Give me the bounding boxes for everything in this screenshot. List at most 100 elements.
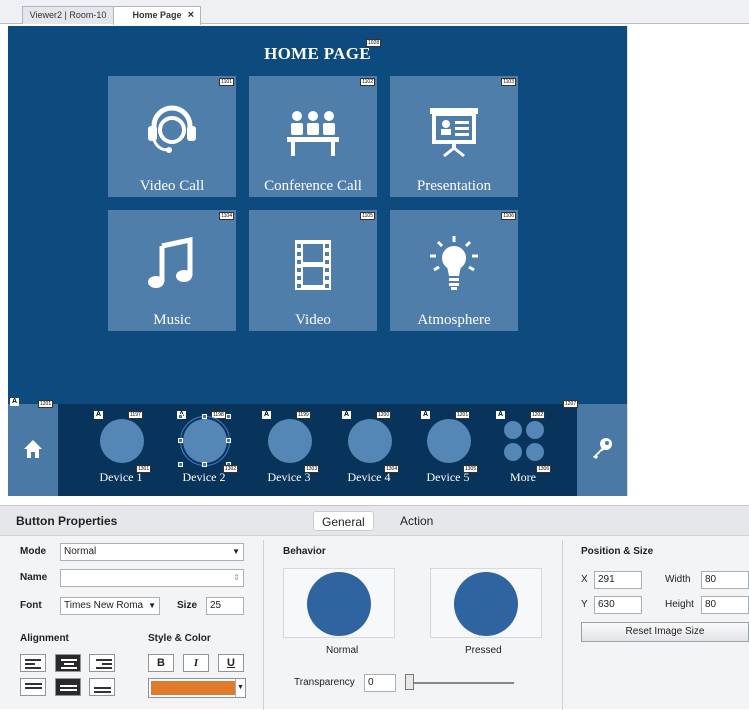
- pressed-image-box[interactable]: [430, 568, 542, 638]
- name-field[interactable]: ⇕: [60, 569, 244, 587]
- tile-label: Atmosphere: [417, 312, 491, 328]
- tile-label: Video Call: [139, 178, 205, 194]
- design-canvas[interactable]: HOME PAGE 1028 1101 Video Call 1102 Conf…: [8, 26, 627, 496]
- key-button[interactable]: 1207: [563, 400, 627, 496]
- reset-image-size-button[interactable]: Reset Image Size: [581, 622, 749, 642]
- resize-handle[interactable]: [226, 414, 231, 419]
- x-field[interactable]: 291: [594, 571, 642, 589]
- anchor-tag: A: [94, 411, 103, 419]
- atmosphere-button[interactable]: 1106 Atmosphere: [390, 210, 518, 331]
- bold-button[interactable]: B: [148, 654, 174, 672]
- position-size-label: Position & Size: [581, 546, 654, 557]
- divider: [562, 540, 563, 710]
- conference-call-button[interactable]: 1102 Conference Call: [249, 76, 377, 197]
- valign-top-button[interactable]: [20, 678, 46, 696]
- transparency-slider-thumb[interactable]: [405, 674, 414, 690]
- id-tag: 1199: [296, 411, 311, 419]
- tab-home-page[interactable]: Home Page ×: [113, 6, 201, 25]
- panel-title: Button Properties: [16, 514, 118, 528]
- anchor-tag: A: [496, 411, 505, 419]
- id-tag: 1306: [536, 465, 552, 473]
- tab-general[interactable]: General: [313, 511, 374, 531]
- y-field[interactable]: 630: [594, 596, 642, 614]
- underline-button[interactable]: U: [218, 654, 244, 672]
- id-tag: 1028: [366, 39, 382, 47]
- projector-icon: [430, 108, 478, 158]
- divider: [263, 540, 264, 710]
- id-tag: 1198: [211, 411, 226, 419]
- more-button[interactable]: A 1202 More 1306: [488, 411, 558, 492]
- close-icon[interactable]: ×: [188, 7, 194, 23]
- pressed-label: Pressed: [465, 645, 502, 656]
- y-label: Y: [581, 599, 588, 610]
- italic-button[interactable]: I: [183, 654, 209, 672]
- video-call-button[interactable]: 1101 Video Call: [108, 76, 236, 197]
- device-circle: [180, 416, 230, 466]
- canvas-margin: [627, 26, 749, 496]
- device-3-button[interactable]: A 1199 Device 3 1303: [254, 411, 324, 492]
- resize-handle[interactable]: [202, 414, 207, 419]
- id-tag: 1201: [38, 400, 54, 408]
- size-field[interactable]: 25: [206, 597, 244, 615]
- size-value: 25: [210, 600, 222, 611]
- style-color-label: Style & Color: [148, 633, 211, 644]
- id-tag: 1301: [136, 465, 152, 473]
- device-strip: A 1197 Device 1 1301 A 1198 Device 2 130: [58, 404, 577, 496]
- resize-handle[interactable]: [178, 462, 183, 467]
- headset-icon: [148, 105, 196, 153]
- align-center-button[interactable]: [55, 654, 81, 672]
- resize-handle[interactable]: [226, 438, 231, 443]
- tab-label: Viewer2 | Room-10: [29, 10, 107, 20]
- spinner-icon[interactable]: ⇕: [233, 570, 240, 586]
- valign-bottom-button[interactable]: [89, 678, 115, 696]
- transparency-label: Transparency: [294, 677, 355, 688]
- x-label: X: [581, 574, 588, 585]
- transparency-slider-track[interactable]: [410, 682, 514, 684]
- video-button[interactable]: 1105 Video: [249, 210, 377, 331]
- transparency-field[interactable]: 0: [364, 674, 396, 692]
- tab-action[interactable]: Action: [392, 511, 441, 531]
- resize-handle[interactable]: [178, 414, 183, 419]
- tile-label: Conference Call: [264, 178, 362, 194]
- pressed-state-circle: [454, 572, 518, 636]
- width-field[interactable]: 80: [701, 571, 749, 589]
- anchor-tag: A: [262, 411, 271, 419]
- device-circle: [348, 419, 392, 463]
- device-2-button[interactable]: A 1198 Device 2 1302: [169, 411, 239, 492]
- device-1-button[interactable]: A 1197 Device 1 1301: [86, 411, 156, 492]
- font-value: Times New Roma: [64, 600, 144, 611]
- device-4-button[interactable]: A 1200 Device 4 1304: [334, 411, 404, 492]
- id-tag: 1302: [223, 465, 239, 473]
- bottom-navigation-bar: A 1201 A 1197 Device 1 1301 A 1198: [8, 398, 627, 496]
- device-5-button[interactable]: A 1201 Device 5 1305: [413, 411, 483, 492]
- anchor-tag: A: [10, 398, 19, 406]
- presentation-button[interactable]: 1103 Presentation: [390, 76, 518, 197]
- behavior-label: Behavior: [283, 546, 326, 557]
- film-icon: [295, 240, 331, 290]
- anchor-tag: A: [421, 411, 430, 419]
- align-right-button[interactable]: [89, 654, 115, 672]
- valign-middle-button[interactable]: [55, 678, 81, 696]
- id-tag: 1104: [219, 212, 234, 220]
- mode-value: Normal: [64, 546, 97, 557]
- tab-viewer2-room10[interactable]: Viewer2 | Room-10: [22, 6, 114, 24]
- home-button[interactable]: A 1201: [8, 398, 58, 496]
- align-left-button[interactable]: [20, 654, 46, 672]
- light-bulb-icon: [430, 236, 478, 290]
- page-title[interactable]: HOME PAGE: [8, 44, 627, 64]
- device-circle: [100, 419, 144, 463]
- music-button[interactable]: 1104 Music: [108, 210, 236, 331]
- resize-handle[interactable]: [178, 438, 183, 443]
- height-field[interactable]: 80: [701, 596, 749, 614]
- id-tag: 1304: [384, 465, 400, 473]
- normal-image-box[interactable]: [283, 568, 395, 638]
- id-tag: 1202: [530, 411, 546, 419]
- resize-handle[interactable]: [202, 462, 207, 467]
- color-picker[interactable]: ▼: [148, 678, 246, 698]
- more-dots-icon: [502, 419, 546, 463]
- size-label: Size: [177, 600, 198, 611]
- font-dropdown[interactable]: Times New Roma ▼: [60, 597, 160, 615]
- mode-dropdown[interactable]: Normal ▼: [60, 543, 244, 561]
- normal-label: Normal: [326, 645, 359, 656]
- id-tag: 1106: [501, 212, 516, 220]
